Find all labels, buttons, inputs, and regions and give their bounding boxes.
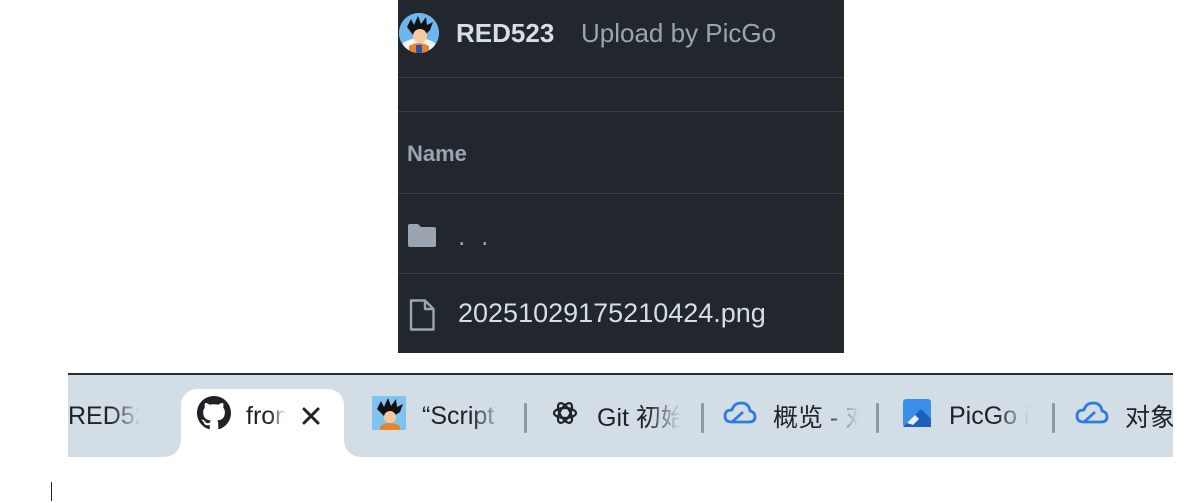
table-header: Name <box>398 112 844 194</box>
commit-author[interactable]: RED523 <box>456 18 554 49</box>
tab-overview[interactable]: 概览 - 对 <box>723 375 859 457</box>
tab-title: “Script <box>422 401 495 430</box>
latest-commit-row: RED523 Upload by PicGo <box>398 0 844 78</box>
tab-title: 对象 <box>1125 404 1173 432</box>
close-tab-icon[interactable] <box>298 403 324 434</box>
browser-tab-strip: RED523 fron “Script <box>68 375 1173 457</box>
cloud-icon <box>1075 400 1109 433</box>
tab-red523[interactable]: RED523 <box>68 375 140 457</box>
file-name-link[interactable]: 20251029175210424.png <box>458 298 766 329</box>
tab-title: RED523 <box>68 401 140 430</box>
author-avatar[interactable] <box>399 13 439 53</box>
tab-object[interactable]: 对象 <box>1075 375 1173 457</box>
goku-avatar-icon <box>372 395 406 437</box>
name-column-header: Name <box>407 141 467 166</box>
tab-title: Git 初始 <box>597 404 681 432</box>
commit-message[interactable]: Upload by PicGo <box>581 18 776 49</box>
folder-icon <box>406 221 438 254</box>
tab-title: 概览 - 对 <box>773 404 859 432</box>
parent-directory-row[interactable]: . . <box>398 194 844 274</box>
tab-separator <box>701 403 704 433</box>
repo-file-panel: RED523 Upload by PicGo Name . . 20251029… <box>398 0 844 353</box>
parent-directory-link[interactable]: . . <box>458 221 493 252</box>
tab-active-github[interactable]: fron <box>165 389 360 457</box>
tab-title: PicGo i <box>949 401 1029 430</box>
openai-icon <box>550 398 580 435</box>
table-spacer <box>398 78 844 112</box>
github-icon <box>197 395 231 437</box>
text-cursor <box>51 482 52 501</box>
cloud-icon <box>723 400 757 433</box>
tab-separator <box>524 403 527 433</box>
picgo-icon <box>903 398 931 434</box>
file-icon <box>406 298 438 337</box>
tab-git[interactable]: Git 初始 <box>550 375 681 457</box>
tab-title: fron <box>246 401 286 430</box>
file-row[interactable]: 20251029175210424.png <box>398 274 844 353</box>
tab-script[interactable]: “Script <box>372 375 504 457</box>
tab-separator <box>876 403 879 433</box>
tab-separator <box>1052 403 1055 433</box>
tab-picgo[interactable]: PicGo i <box>903 375 1029 457</box>
